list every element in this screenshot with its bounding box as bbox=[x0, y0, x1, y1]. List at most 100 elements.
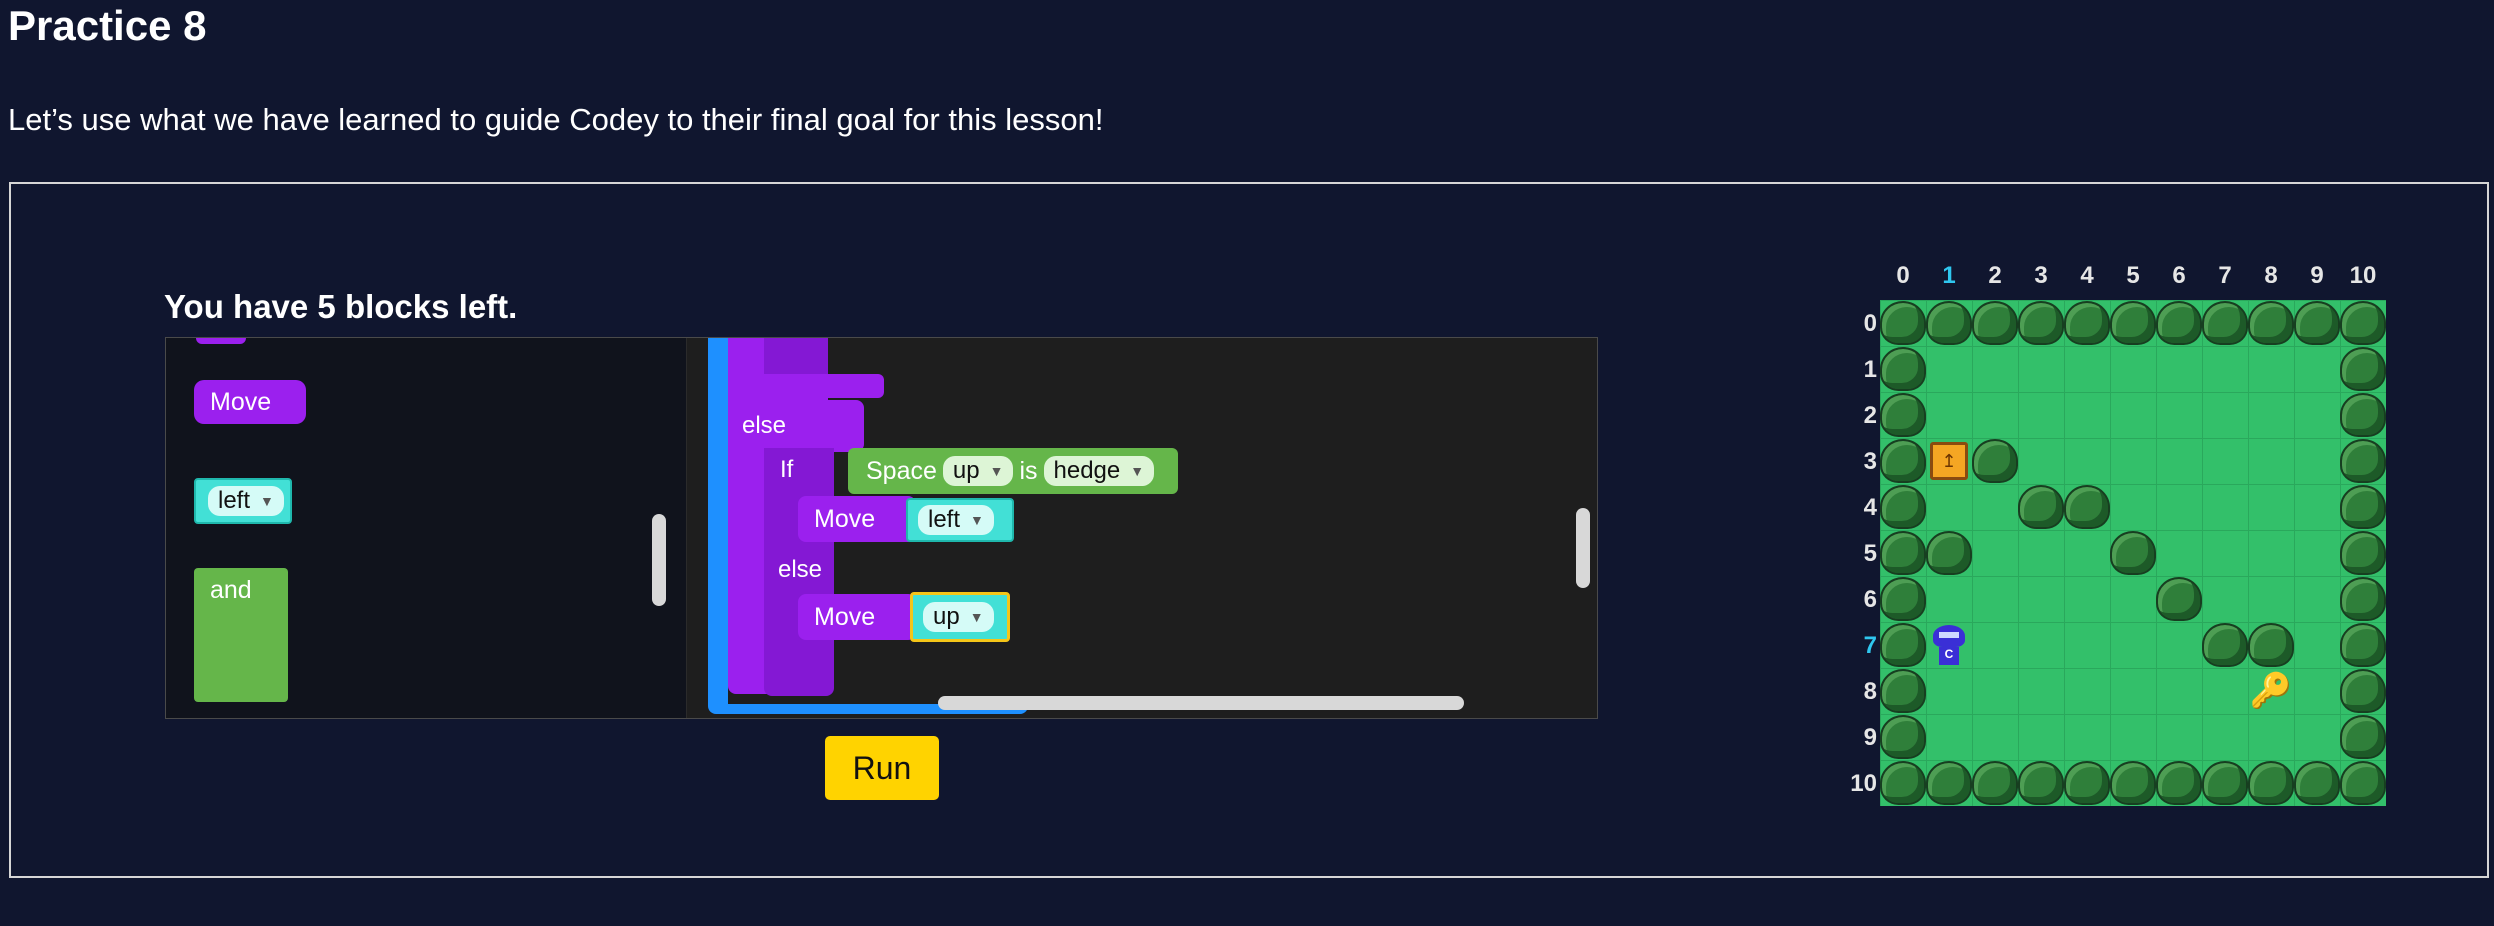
row-label: 2 bbox=[1863, 402, 1877, 429]
toolbox-and-block[interactable]: and bbox=[194, 568, 288, 702]
dropdown-arrow-icon: ▼ bbox=[260, 493, 274, 509]
direction-dropdown[interactable]: up ▼ bbox=[942, 456, 1014, 486]
hedge-cell bbox=[2340, 484, 2386, 530]
hedge-icon bbox=[1880, 439, 1926, 483]
hedge-icon bbox=[1926, 301, 1972, 345]
hedge-icon bbox=[1880, 531, 1926, 575]
chest-icon: ↥ bbox=[1930, 442, 1968, 480]
block-toolbox[interactable]: Move left ▼ and bbox=[166, 338, 687, 718]
page-subtitle: Let’s use what we have learned to guide … bbox=[8, 102, 1104, 137]
toolbox-move-label: Move bbox=[210, 387, 272, 416]
hedge-cell bbox=[2110, 530, 2156, 576]
hedge-icon bbox=[2156, 301, 2202, 345]
hedge-cell bbox=[1926, 530, 1972, 576]
hedge-icon bbox=[1880, 577, 1926, 621]
hedge-icon bbox=[1926, 761, 1972, 805]
hedge-cell bbox=[2156, 576, 2202, 622]
hedge-cell bbox=[1880, 668, 1926, 714]
space-condition-block[interactable]: Space up ▼ is hedge ▼ bbox=[848, 448, 1178, 494]
move-up-label: Move bbox=[814, 602, 876, 631]
workspace-vertical-scrollbar[interactable] bbox=[1576, 508, 1590, 588]
row-label: 5 bbox=[1863, 540, 1877, 567]
page-title: Practice 8 bbox=[8, 2, 207, 49]
hedge-cell bbox=[2294, 760, 2340, 806]
hedge-cell bbox=[1972, 300, 2018, 346]
toolbox-and-label: and bbox=[210, 576, 252, 604]
hedge-cell bbox=[1880, 530, 1926, 576]
dropdown-arrow-icon: ▼ bbox=[969, 609, 984, 625]
column-label: 9 bbox=[2310, 262, 2324, 289]
hedge-cell bbox=[2340, 622, 2386, 668]
hedge-cell bbox=[1880, 622, 1926, 668]
hedge-icon bbox=[1880, 393, 1926, 437]
move-left-arg[interactable]: left ▼ bbox=[906, 498, 1014, 542]
hedge-cell bbox=[1880, 484, 1926, 530]
codey-robot-icon: C bbox=[1933, 625, 1965, 665]
row-label: 0 bbox=[1863, 310, 1877, 337]
hedge-icon bbox=[2156, 761, 2202, 805]
hedge-cell bbox=[1880, 346, 1926, 392]
column-label: 1 bbox=[1942, 262, 1956, 289]
blocks-left-counter: You have 5 blocks left. bbox=[164, 288, 518, 325]
hedge-cell bbox=[2110, 300, 2156, 346]
hedge-icon bbox=[1880, 347, 1926, 391]
is-label: is bbox=[1019, 456, 1038, 485]
hedge-cell bbox=[2202, 622, 2248, 668]
hedge-icon bbox=[2340, 715, 2386, 759]
hedge-icon bbox=[2248, 623, 2294, 667]
hedge-icon bbox=[2340, 669, 2386, 713]
dropdown-arrow-icon: ▼ bbox=[970, 512, 984, 528]
hedge-cell bbox=[2018, 300, 2064, 346]
row-label: 3 bbox=[1863, 448, 1877, 475]
hedge-cell bbox=[2248, 622, 2294, 668]
hedge-icon bbox=[1880, 761, 1926, 805]
hedge-icon bbox=[2248, 301, 2294, 345]
block-editor[interactable]: Move left ▼ and else else If Space bbox=[165, 337, 1598, 719]
hedge-icon bbox=[2294, 301, 2340, 345]
move-up-dropdown[interactable]: up ▼ bbox=[923, 602, 994, 632]
toolbox-left-label: left bbox=[218, 487, 251, 514]
workspace-horizontal-scrollbar[interactable] bbox=[938, 696, 1464, 710]
hedge-icon bbox=[2156, 577, 2202, 621]
column-label: 7 bbox=[2218, 262, 2232, 289]
hedge-cell bbox=[2064, 484, 2110, 530]
move-up-block[interactable]: Move bbox=[798, 594, 916, 640]
hedge-cell bbox=[1880, 760, 1926, 806]
inner-if-label: If bbox=[780, 456, 794, 483]
hedge-cell bbox=[2340, 576, 2386, 622]
hedge-icon bbox=[1972, 761, 2018, 805]
toolbox-partial-block bbox=[196, 338, 246, 344]
hedge-icon bbox=[2110, 761, 2156, 805]
game-grid: ↥ 🔑 C bbox=[1880, 300, 2386, 806]
toolbox-left-dropdown[interactable]: left ▼ bbox=[208, 486, 284, 516]
run-button[interactable]: Run bbox=[825, 736, 939, 800]
hedge-cell bbox=[2018, 484, 2064, 530]
move-up-arg[interactable]: up ▼ bbox=[910, 592, 1010, 642]
hedge-cell bbox=[1880, 392, 1926, 438]
toolbox-move-block[interactable]: Move bbox=[194, 380, 306, 424]
hedge-icon bbox=[2248, 761, 2294, 805]
move-left-block[interactable]: Move bbox=[798, 496, 916, 542]
chest-cell: ↥ bbox=[1926, 438, 1972, 484]
hedge-cell bbox=[2064, 300, 2110, 346]
column-label: 10 bbox=[2349, 262, 2377, 289]
row-label: 7 bbox=[1863, 632, 1877, 659]
toolbox-scrollbar[interactable] bbox=[652, 514, 666, 606]
hedge-icon bbox=[2110, 531, 2156, 575]
workspace[interactable]: else else If Space up ▼ is hedge ▼ Move … bbox=[686, 338, 1597, 718]
hedge-icon bbox=[1926, 531, 1972, 575]
hedge-cell bbox=[2018, 760, 2064, 806]
hedge-cell bbox=[1880, 714, 1926, 760]
move-left-dropdown-value: left bbox=[928, 506, 961, 533]
move-left-dropdown[interactable]: left ▼ bbox=[918, 505, 994, 535]
hedge-icon bbox=[2340, 301, 2386, 345]
move-up-dropdown-value: up bbox=[933, 603, 960, 630]
hedge-icon bbox=[2340, 761, 2386, 805]
hedge-cell bbox=[1926, 760, 1972, 806]
hedge-cell bbox=[2064, 760, 2110, 806]
toolbox-left-block[interactable]: left ▼ bbox=[194, 478, 292, 524]
hedge-icon bbox=[1880, 301, 1926, 345]
hedge-icon bbox=[2202, 301, 2248, 345]
hedge-icon bbox=[1972, 301, 2018, 345]
tile-type-dropdown[interactable]: hedge ▼ bbox=[1043, 456, 1155, 486]
